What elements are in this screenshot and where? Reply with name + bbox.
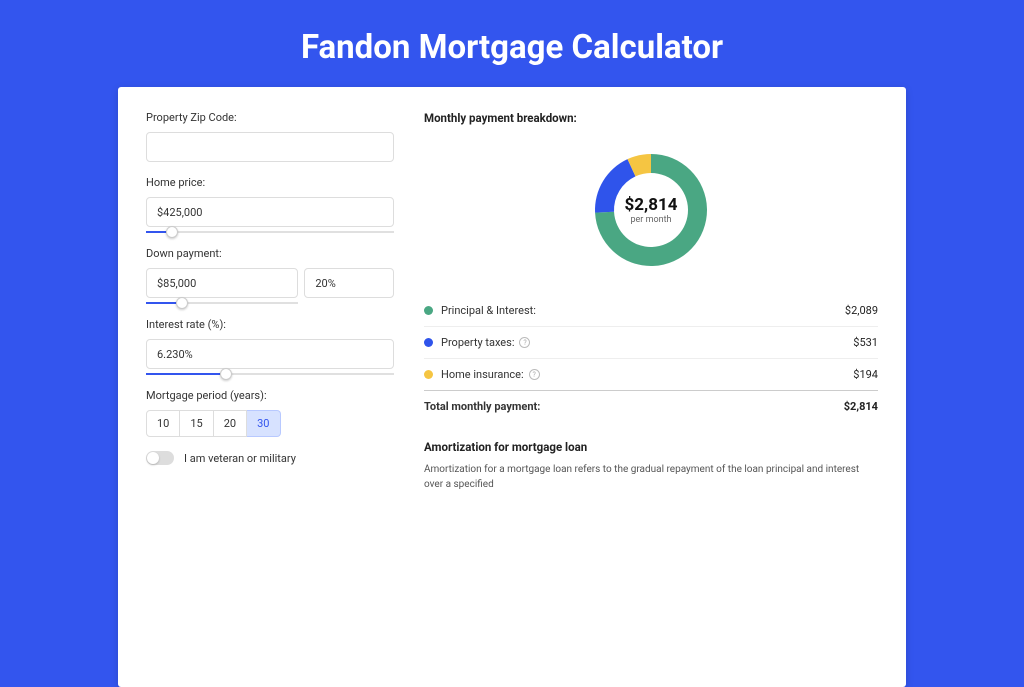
down-slider[interactable]	[146, 302, 298, 304]
zip-field: Property Zip Code:	[146, 111, 394, 162]
slider-thumb-icon[interactable]	[166, 226, 178, 238]
period-button-30[interactable]: 30	[247, 410, 280, 437]
rate-field: Interest rate (%):	[146, 318, 394, 375]
total-value: $2,814	[844, 400, 878, 413]
legend-dot-icon	[424, 338, 433, 347]
total-label: Total monthly payment:	[424, 400, 844, 413]
page-title: Fandon Mortgage Calculator	[0, 0, 1024, 87]
period-field: Mortgage period (years): 10152030	[146, 389, 394, 437]
breakdown-title: Monthly payment breakdown:	[424, 111, 878, 125]
legend-row: Home insurance:?$194	[424, 359, 878, 391]
down-label: Down payment:	[146, 247, 394, 260]
down-pct-input[interactable]	[304, 268, 394, 298]
slider-thumb-icon[interactable]	[176, 297, 188, 309]
calculator-card: Property Zip Code: Home price: Down paym…	[118, 87, 906, 687]
veteran-label: I am veteran or military	[184, 452, 296, 465]
rate-input[interactable]	[146, 339, 394, 369]
legend-row: Principal & Interest:$2,089	[424, 295, 878, 327]
period-button-20[interactable]: 20	[214, 410, 247, 437]
period-buttons: 10152030	[146, 410, 394, 437]
down-amount-input[interactable]	[146, 268, 298, 298]
down-field: Down payment:	[146, 247, 394, 304]
period-button-10[interactable]: 10	[146, 410, 180, 437]
legend: Principal & Interest:$2,089Property taxe…	[424, 295, 878, 422]
price-slider[interactable]	[146, 231, 394, 233]
legend-total-row: Total monthly payment:$2,814	[424, 391, 878, 422]
legend-value: $194	[853, 368, 878, 381]
price-label: Home price:	[146, 176, 394, 189]
zip-label: Property Zip Code:	[146, 111, 394, 124]
donut-center-sub: per month	[630, 215, 671, 225]
breakdown-column: Monthly payment breakdown: $2,814 per mo…	[424, 111, 878, 663]
veteran-toggle[interactable]	[146, 451, 174, 465]
info-icon[interactable]: ?	[529, 369, 540, 380]
veteran-row: I am veteran or military	[146, 451, 394, 465]
amortization-section: Amortization for mortgage loan Amortizat…	[424, 440, 878, 492]
price-field: Home price:	[146, 176, 394, 233]
legend-dot-icon	[424, 370, 433, 379]
amortization-text: Amortization for a mortgage loan refers …	[424, 462, 878, 492]
rate-label: Interest rate (%):	[146, 318, 394, 331]
legend-label: Principal & Interest:	[441, 304, 845, 317]
legend-row: Property taxes:?$531	[424, 327, 878, 359]
legend-value: $531	[853, 336, 878, 349]
period-button-15[interactable]: 15	[180, 410, 213, 437]
donut-wrap: $2,814 per month	[424, 135, 878, 285]
rate-slider[interactable]	[146, 373, 394, 375]
amortization-title: Amortization for mortgage loan	[424, 440, 878, 454]
form-column: Property Zip Code: Home price: Down paym…	[146, 111, 394, 663]
donut-center-amount: $2,814	[625, 195, 678, 215]
donut-chart: $2,814 per month	[591, 150, 711, 270]
info-icon[interactable]: ?	[519, 337, 530, 348]
slider-thumb-icon[interactable]	[220, 368, 232, 380]
zip-input[interactable]	[146, 132, 394, 162]
period-label: Mortgage period (years):	[146, 389, 394, 402]
legend-value: $2,089	[845, 304, 878, 317]
legend-label: Property taxes:?	[441, 336, 853, 349]
price-input[interactable]	[146, 197, 394, 227]
legend-label: Home insurance:?	[441, 368, 853, 381]
legend-dot-icon	[424, 306, 433, 315]
